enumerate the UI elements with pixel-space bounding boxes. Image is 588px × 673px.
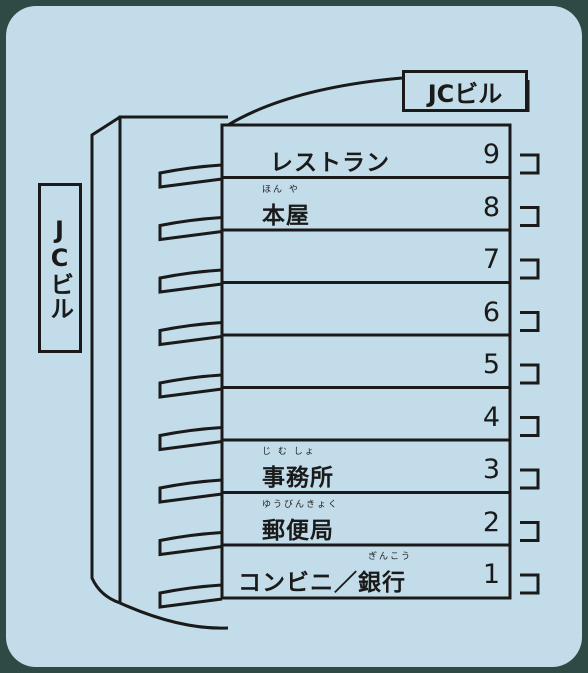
right-balcony [520, 416, 540, 437]
left-balcony [158, 321, 223, 347]
right-balcony [520, 153, 540, 175]
right-balcony [520, 363, 540, 385]
right-balconies [520, 153, 540, 595]
left-balcony [158, 531, 223, 557]
floor-number: 8 [482, 191, 500, 223]
building-base-curve [119, 601, 229, 630]
left-balcony [158, 373, 223, 399]
left-wing-outline [118, 115, 228, 603]
floor-number: 1 [482, 559, 500, 590]
floor-label: 事務所 [262, 465, 334, 491]
right-balcony [520, 258, 540, 280]
building-sign-top: JCビル [402, 70, 528, 112]
floor-label: コンビニ／銀行 [238, 570, 406, 596]
roof-curve [227, 76, 403, 127]
floor-label: 本屋 [262, 202, 310, 229]
left-balcony [158, 583, 223, 609]
floor-ruby: じ む しょ [262, 447, 316, 457]
floor-number: 4 [482, 401, 500, 433]
right-balcony [520, 468, 540, 490]
floor-number: 5 [482, 349, 500, 380]
floor-ruby: ゆうびんきょく [262, 499, 340, 510]
floor-number: 9 [482, 139, 500, 170]
floor-number: 6 [482, 296, 500, 328]
floor-ruby: ぎんこう [368, 552, 413, 562]
right-balcony [520, 311, 540, 332]
floor-ruby: ほん や [262, 184, 300, 195]
right-balcony [520, 206, 540, 227]
left-balcony [158, 268, 223, 294]
floor-label: 郵便局 [262, 517, 334, 544]
building-sign-side: JCビル [38, 183, 82, 353]
left-balcony [158, 426, 223, 452]
right-balcony [520, 521, 540, 542]
left-balcony [158, 478, 223, 504]
floor-number: 7 [482, 244, 500, 275]
left-balconies [158, 163, 223, 609]
right-balcony [520, 573, 540, 595]
floor-label: レストラン [270, 150, 390, 176]
left-wing-side [90, 115, 121, 605]
floor-number: 3 [482, 454, 500, 485]
left-balcony [158, 163, 223, 189]
left-balcony [158, 216, 223, 242]
floor-number: 2 [482, 506, 500, 538]
